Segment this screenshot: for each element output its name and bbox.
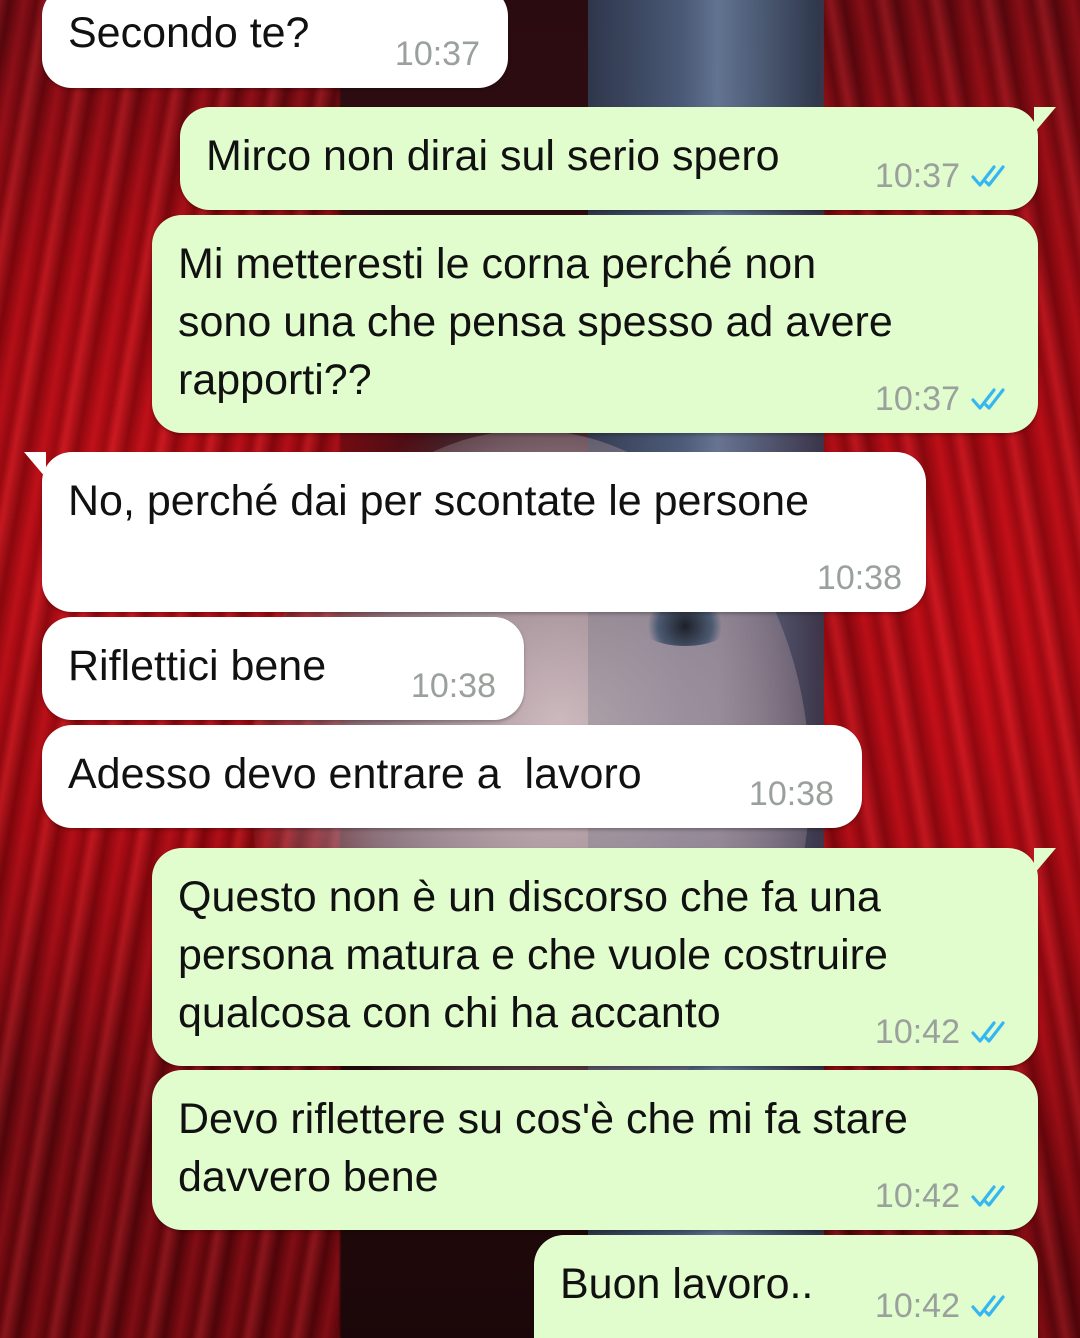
message-bubble-outgoing[interactable]: Mi metteresti le corna perché non sono u… xyxy=(152,215,1038,433)
message-line: Devo riflettere su cos'è che mi fa stare xyxy=(178,1095,908,1143)
message-bubble-incoming[interactable]: Secondo te? 10:37 xyxy=(42,0,508,88)
message-text: Mirco non dirai sul serio spero xyxy=(206,132,780,180)
message-meta: 10:38 xyxy=(411,666,496,706)
message-time: 10:42 xyxy=(874,1013,960,1051)
message-meta: 10:38 xyxy=(817,558,902,598)
message-text: Questo non è un discorso che fa una pers… xyxy=(178,868,888,1042)
message-line: Questo non è un discorso che fa una xyxy=(178,873,881,921)
double-check-icon xyxy=(971,1295,1005,1317)
message-text: No, perché dai per scontate le persone xyxy=(68,477,810,525)
message-meta: 10:37 xyxy=(395,34,480,74)
message-line: sono una che pensa spesso ad avere xyxy=(178,298,893,346)
message-text: Riflettici bene xyxy=(68,642,327,690)
message-text: Adesso devo entrare a lavoro xyxy=(68,750,642,798)
message-bubble-incoming[interactable]: Adesso devo entrare a lavoro 10:38 xyxy=(42,725,862,828)
message-time: 10:42 xyxy=(874,1287,960,1325)
message-meta: 10:37 xyxy=(875,379,1014,419)
message-bubble-incoming[interactable]: Riflettici bene 10:38 xyxy=(42,617,524,720)
message-bubble-outgoing[interactable]: Mirco non dirai sul serio spero 10:37 xyxy=(180,107,1056,210)
message-bubble-outgoing[interactable]: Questo non è un discorso che fa una pers… xyxy=(152,848,1056,1066)
message-meta: 10:38 xyxy=(749,774,834,814)
message-meta: 10:42 xyxy=(875,1012,1014,1052)
message-time: 10:37 xyxy=(874,380,960,418)
message-bubble-outgoing[interactable]: Devo riflettere su cos'è che mi fa stare… xyxy=(152,1070,1038,1230)
message-text: Secondo te? xyxy=(68,9,310,57)
message-text: Devo riflettere su cos'è che mi fa stare… xyxy=(178,1090,908,1206)
message-bubble-outgoing[interactable]: Buon lavoro.. 10:42 xyxy=(534,1235,1038,1338)
message-time: 10:38 xyxy=(410,667,496,705)
message-line: persona matura e che vuole costruire xyxy=(178,931,888,979)
message-meta: 10:37 xyxy=(875,156,1014,196)
message-line: Mi metteresti le corna perché non xyxy=(178,240,817,288)
message-text: Buon lavoro.. xyxy=(560,1260,814,1308)
message-line: davvero bene xyxy=(178,1153,439,1201)
message-time: 10:42 xyxy=(874,1177,960,1215)
double-check-icon xyxy=(971,165,1005,187)
message-text: Mi metteresti le corna perché non sono u… xyxy=(178,235,893,409)
message-time: 10:38 xyxy=(748,775,834,813)
message-time: 10:37 xyxy=(874,157,960,195)
message-meta: 10:42 xyxy=(875,1286,1014,1326)
message-line: qualcosa con chi ha accanto xyxy=(178,989,721,1037)
double-check-icon xyxy=(971,388,1005,410)
message-bubble-incoming[interactable]: No, perché dai per scontate le persone 1… xyxy=(24,452,926,612)
message-meta: 10:42 xyxy=(875,1176,1014,1216)
double-check-icon xyxy=(971,1021,1005,1043)
message-time: 10:38 xyxy=(816,559,902,597)
message-time: 10:37 xyxy=(394,35,480,73)
message-line: rapporti?? xyxy=(178,356,372,404)
double-check-icon xyxy=(971,1185,1005,1207)
